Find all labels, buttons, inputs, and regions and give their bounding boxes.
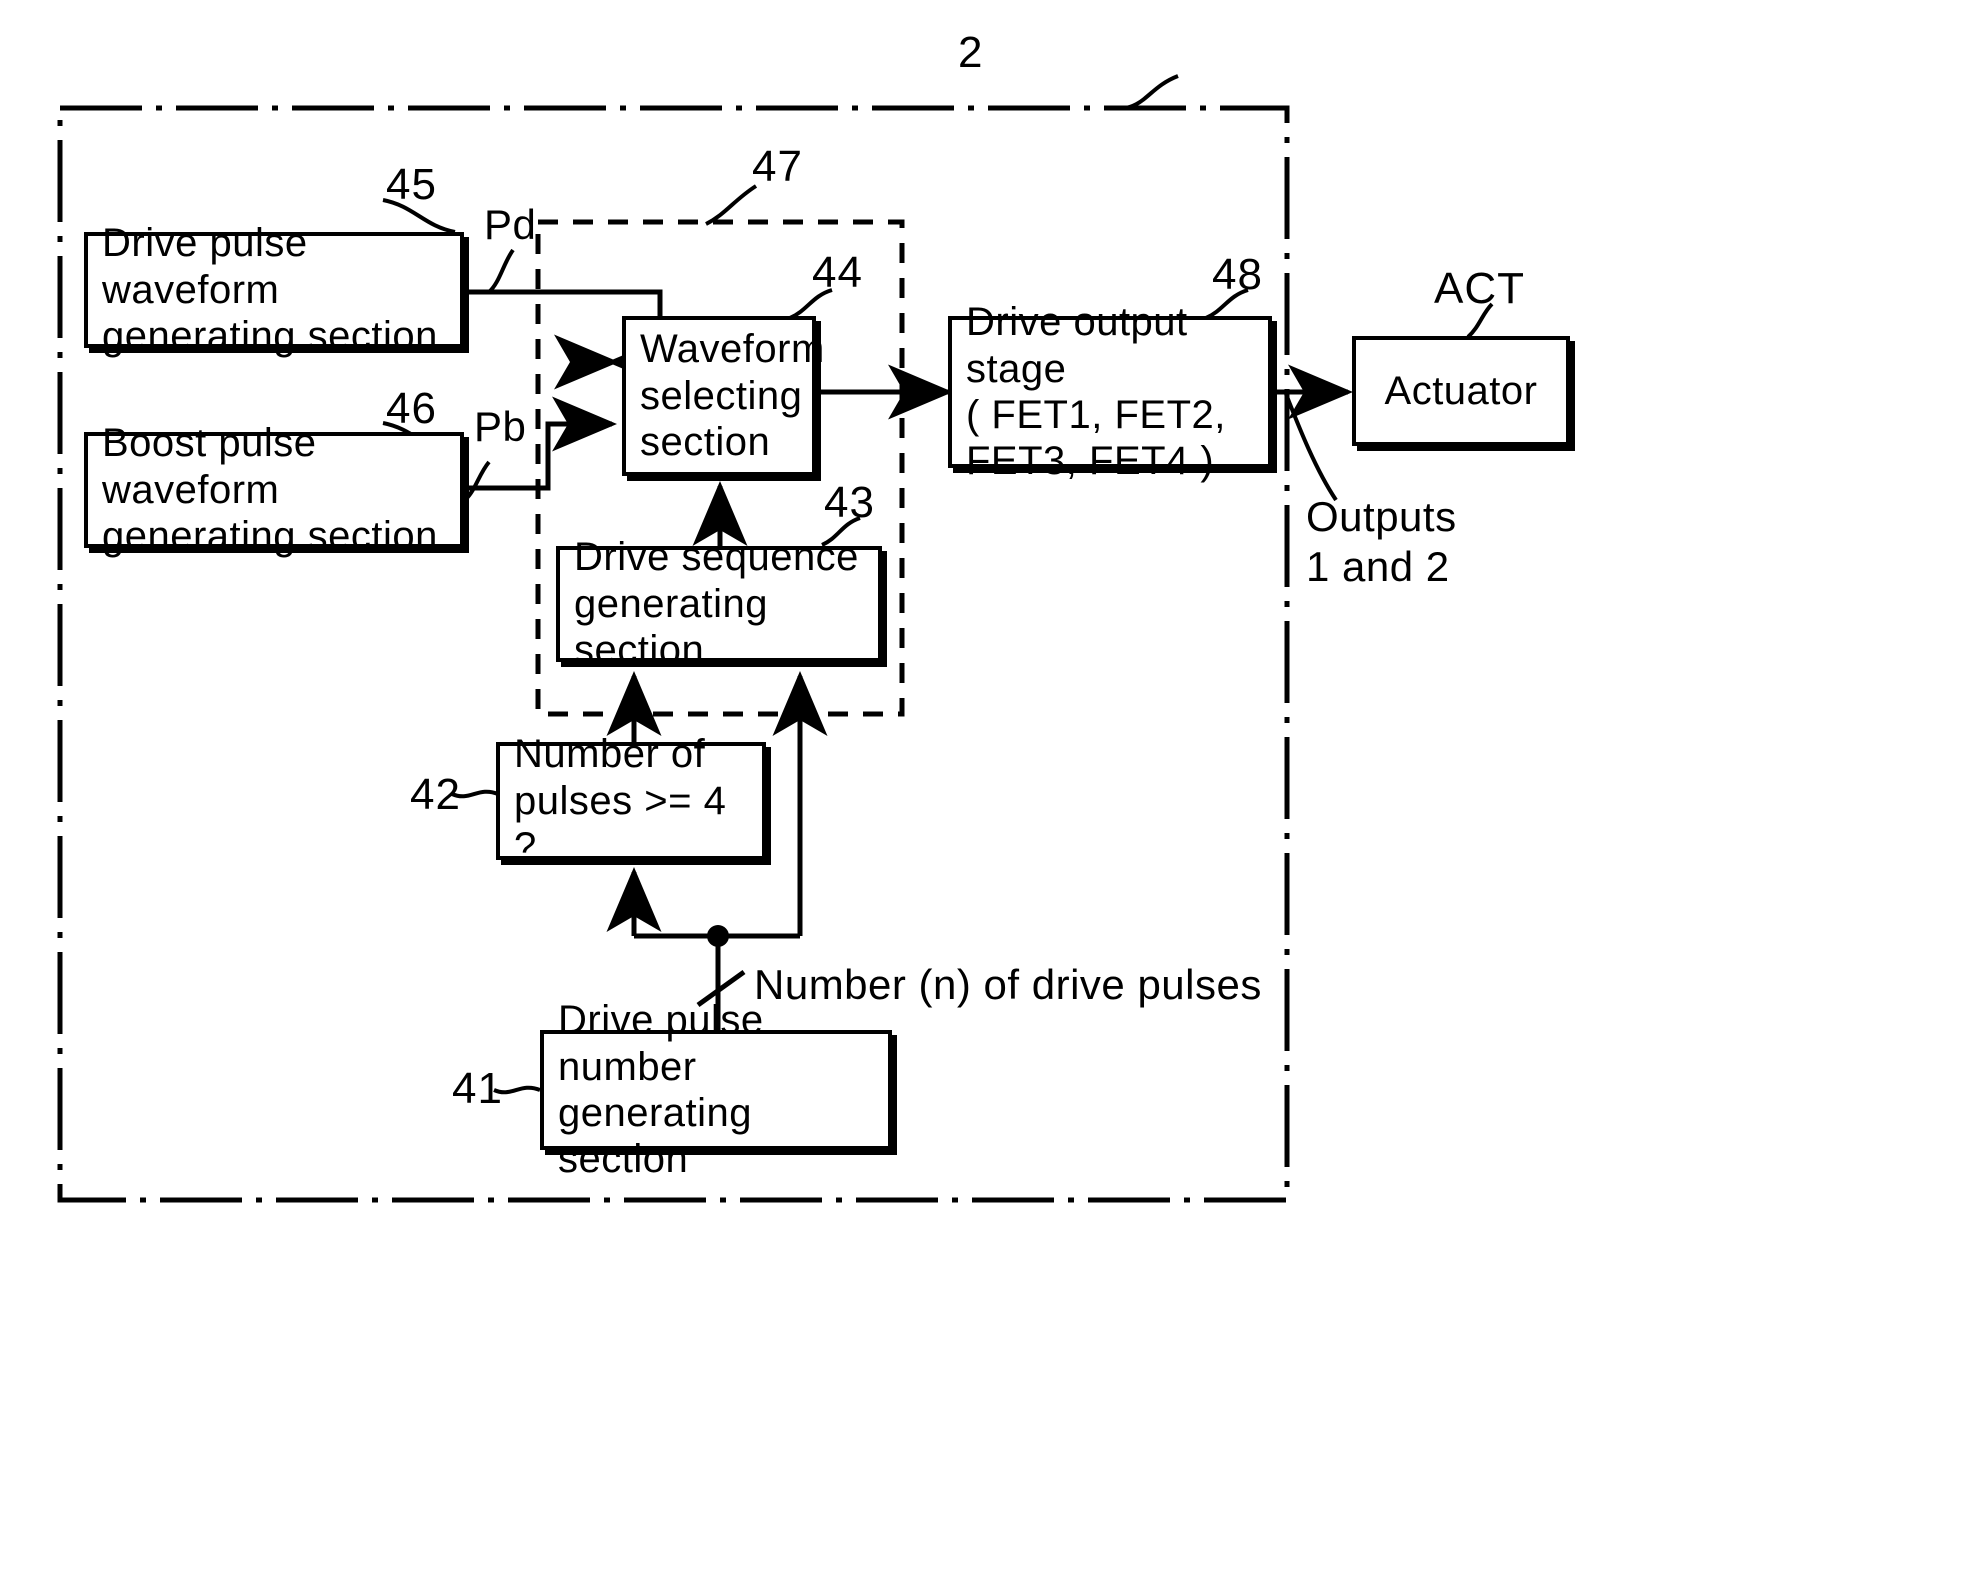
ref-42: 42 bbox=[410, 770, 461, 819]
leader-2 bbox=[1125, 74, 1179, 110]
block-pulse-count-compare[interactable]: Number of pulses >= 4 ? bbox=[496, 732, 766, 869]
ref-43: 43 bbox=[824, 478, 875, 527]
block-label: Drive output stage ( FET1, FET2, FET3, F… bbox=[966, 300, 1226, 484]
label-pd: Pd bbox=[484, 201, 537, 248]
leader-47 bbox=[705, 184, 758, 226]
block-label: Waveform selecting section bbox=[640, 327, 825, 465]
block-label: Drive pulse waveform generating section bbox=[102, 221, 438, 359]
block-drive-pulse-number[interactable]: Drive pulse number generating section bbox=[540, 998, 892, 1181]
label-outputs: Outputs 1 and 2 bbox=[1306, 493, 1457, 590]
ref-act: ACT bbox=[1434, 264, 1525, 313]
block-boost-pulse-waveform[interactable]: Boost pulse waveform generating section bbox=[84, 421, 464, 558]
block-drive-pulse-waveform[interactable]: Drive pulse waveform generating section bbox=[84, 221, 464, 358]
label-pb: Pb bbox=[474, 403, 527, 450]
ref-46: 46 bbox=[386, 384, 437, 433]
ref-45: 45 bbox=[386, 160, 437, 209]
ref-2: 2 bbox=[958, 28, 984, 77]
leader-outputs bbox=[1284, 393, 1338, 502]
figure-canvas: Drive pulse waveform generating section … bbox=[0, 0, 1962, 1582]
block-drive-output-stage[interactable]: Drive output stage ( FET1, FET2, FET3, F… bbox=[948, 300, 1272, 483]
block-label: Number of pulses >= 4 ? bbox=[514, 732, 727, 870]
ref-44: 44 bbox=[812, 248, 863, 297]
block-label: Drive sequence generating section bbox=[574, 535, 859, 673]
ref-41: 41 bbox=[452, 1064, 503, 1113]
label-pulse-count: Number (n) of drive pulses bbox=[754, 961, 1262, 1008]
block-label: Actuator bbox=[1384, 368, 1538, 413]
block-actuator[interactable]: Actuator bbox=[1352, 336, 1570, 446]
ref-48: 48 bbox=[1212, 250, 1263, 299]
block-label: Boost pulse waveform generating section bbox=[102, 421, 438, 559]
block-waveform-selecting[interactable]: Waveform selecting section bbox=[622, 316, 824, 476]
ref-47: 47 bbox=[752, 142, 803, 191]
block-drive-sequence[interactable]: Drive sequence generating section bbox=[556, 535, 882, 672]
leader-pd bbox=[487, 248, 515, 294]
leader-pb bbox=[464, 460, 491, 501]
junction-dot bbox=[707, 925, 729, 947]
block-label: Drive pulse number generating section bbox=[558, 998, 764, 1182]
